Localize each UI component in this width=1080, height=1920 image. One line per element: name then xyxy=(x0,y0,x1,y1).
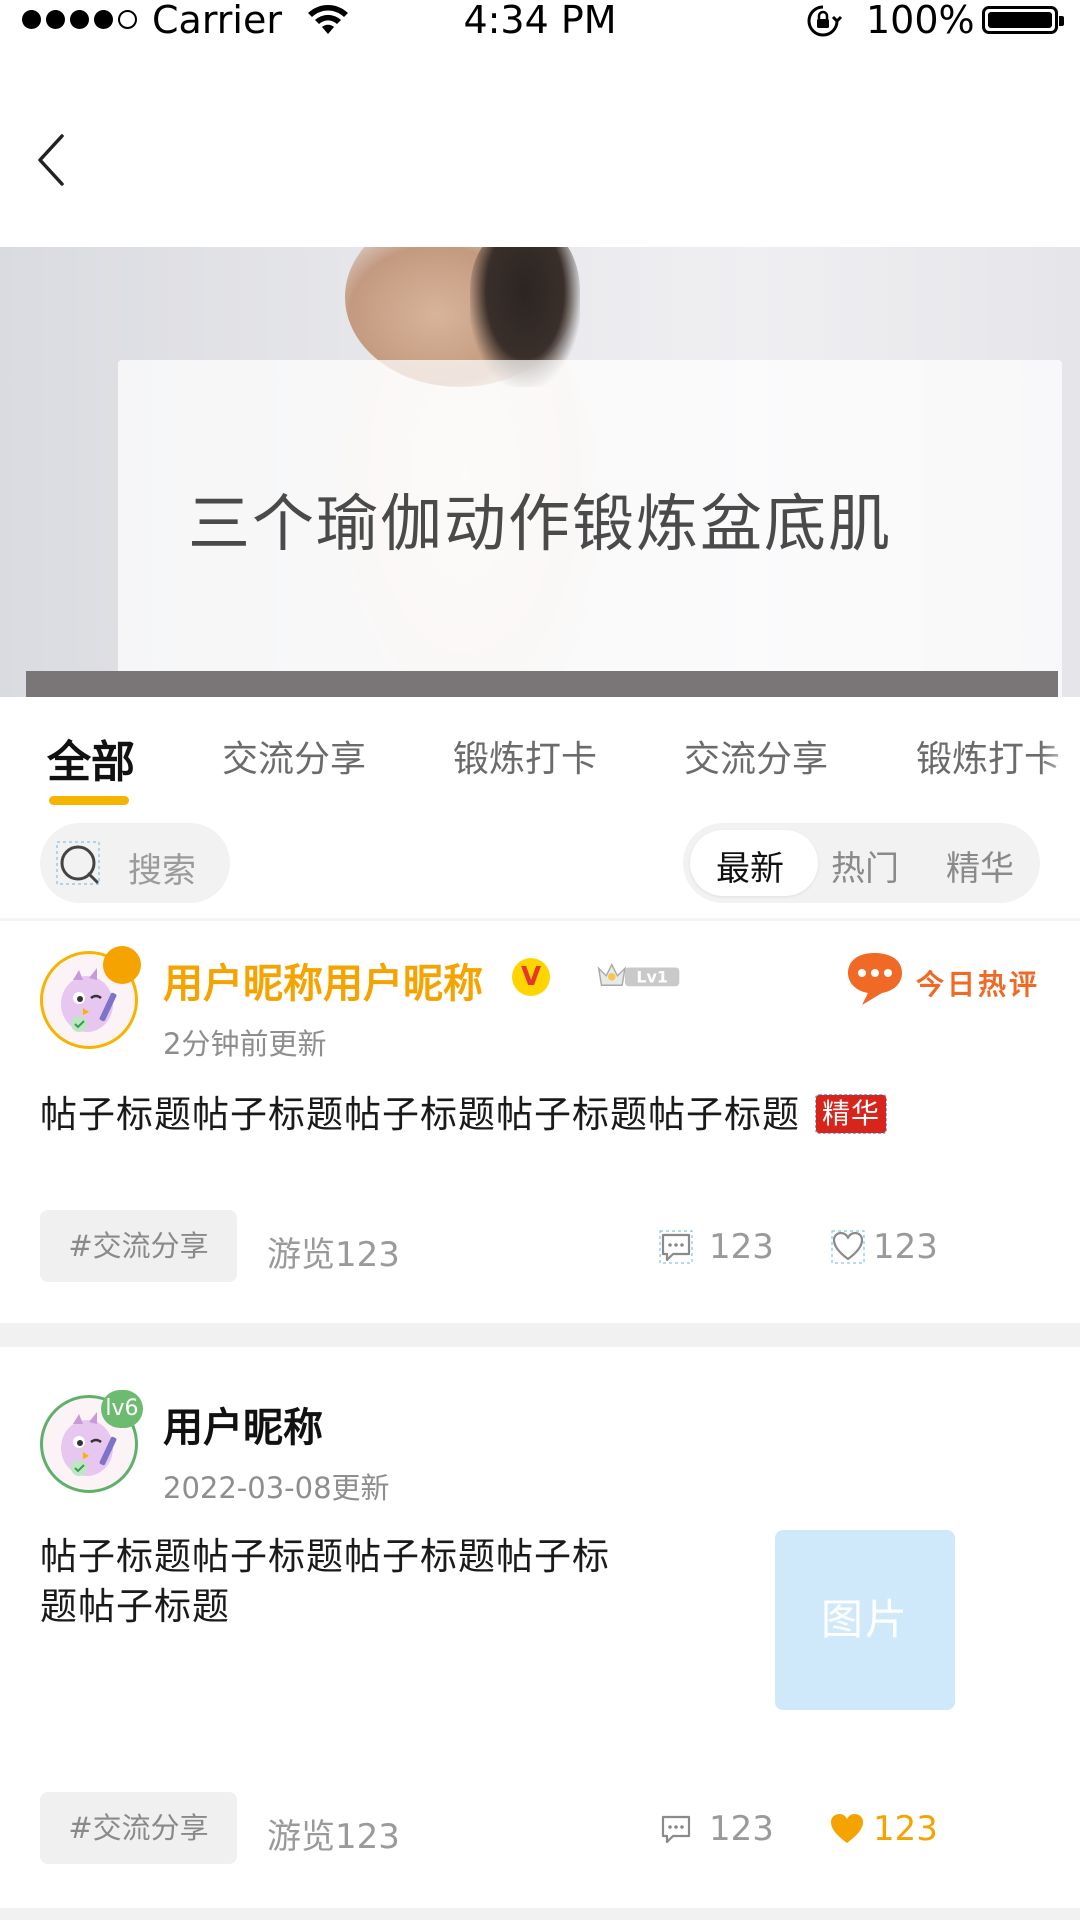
update-time: 2分钟前更新 xyxy=(163,1027,327,1061)
verified-badge: V xyxy=(512,958,550,996)
status-bar: Carrier 4:34 PM 100% xyxy=(0,0,1080,40)
post-title[interactable]: 帖子标题帖子标题帖子标题帖子标题帖子标题 精华 xyxy=(40,1090,888,1140)
heart-icon[interactable] xyxy=(829,1812,865,1846)
tab-all[interactable]: 全部 xyxy=(47,726,135,790)
back-arrow-icon[interactable] xyxy=(30,130,80,190)
battery-icon xyxy=(982,6,1064,34)
filter-latest[interactable]: 最新 xyxy=(716,841,784,890)
comment-icon[interactable] xyxy=(659,1230,693,1264)
topic-tag[interactable]: #交流分享 xyxy=(40,1210,237,1282)
heart-icon[interactable] xyxy=(831,1230,865,1264)
tab-checkin[interactable]: 锻炼打卡 xyxy=(453,730,597,782)
search-icon xyxy=(56,841,100,885)
section-divider xyxy=(0,1323,1080,1347)
username[interactable]: 用户昵称 xyxy=(163,1395,323,1453)
banner-caption-strip xyxy=(26,671,1058,697)
comment-icon[interactable] xyxy=(659,1812,693,1846)
avatar[interactable]: lv6 xyxy=(40,1390,143,1493)
online-dot xyxy=(103,946,141,984)
tab-checkin-2[interactable]: 锻炼打卡 xyxy=(916,730,1060,782)
username[interactable]: 用户昵称用户昵称 xyxy=(163,951,483,1009)
search-placeholder: 搜索 xyxy=(128,851,196,891)
post-title-line: 帖子标题帖子标题帖子标题帖子标 xyxy=(40,1535,610,1578)
avatar[interactable] xyxy=(40,946,141,1049)
banner-title: 三个瑜伽动作锻炼盆底肌 xyxy=(187,487,892,560)
post-title-line: 题帖子标题 xyxy=(40,1585,230,1628)
banner[interactable]: 三个瑜伽动作锻炼盆底肌 xyxy=(0,247,1080,697)
hot-comment-label: 今日热评 xyxy=(916,968,1041,1001)
tab-share-2[interactable]: 交流分享 xyxy=(684,730,828,782)
comment-count: 123 xyxy=(709,1227,774,1267)
filter-hot[interactable]: 热门 xyxy=(831,841,899,890)
post-image[interactable]: 图片 xyxy=(775,1530,955,1710)
category-tabs: 全部 交流分享 锻炼打卡 交流分享 锻炼打卡 xyxy=(0,700,1080,810)
like-count: 123 xyxy=(873,1227,938,1267)
post-card[interactable]: lv6 用户昵称 2022-03-08更新 帖子标题帖子标题帖子标题帖子标 题帖… xyxy=(0,1347,1080,1920)
post-title[interactable]: 帖子标题帖子标题帖子标题帖子标 题帖子标题 xyxy=(40,1532,700,1632)
like-count: 123 xyxy=(873,1809,938,1849)
battery-percent: 100% xyxy=(866,0,975,42)
topic-tag[interactable]: #交流分享 xyxy=(40,1792,237,1864)
post-card[interactable]: 用户昵称用户昵称 V Lv1 今日热评 2分钟前更新 帖子标题帖子标题帖子标题帖… xyxy=(0,921,1080,1323)
sort-filter: 最新 热门 精华 xyxy=(683,823,1040,903)
tabs-fade xyxy=(1040,720,1080,790)
avatar-level-badge: lv6 xyxy=(101,1390,143,1428)
level-text: Lv1 xyxy=(636,967,668,986)
tab-share[interactable]: 交流分享 xyxy=(222,730,366,782)
update-time: 2022-03-08更新 xyxy=(163,1471,390,1505)
view-count: 游览123 xyxy=(267,1817,400,1857)
post-title-text: 帖子标题帖子标题帖子标题帖子标题帖子标题 xyxy=(40,1093,800,1136)
filter-essence[interactable]: 精华 xyxy=(946,841,1014,890)
view-count: 游览123 xyxy=(267,1235,400,1275)
crown-icon: Lv1 xyxy=(597,963,680,986)
rotation-lock-icon xyxy=(807,5,843,37)
section-divider xyxy=(0,1908,1080,1920)
comment-count: 123 xyxy=(709,1809,774,1849)
search-box[interactable]: 搜索 xyxy=(40,823,230,903)
active-tab-indicator xyxy=(49,796,129,805)
essence-badge: 精华 xyxy=(814,1094,888,1134)
